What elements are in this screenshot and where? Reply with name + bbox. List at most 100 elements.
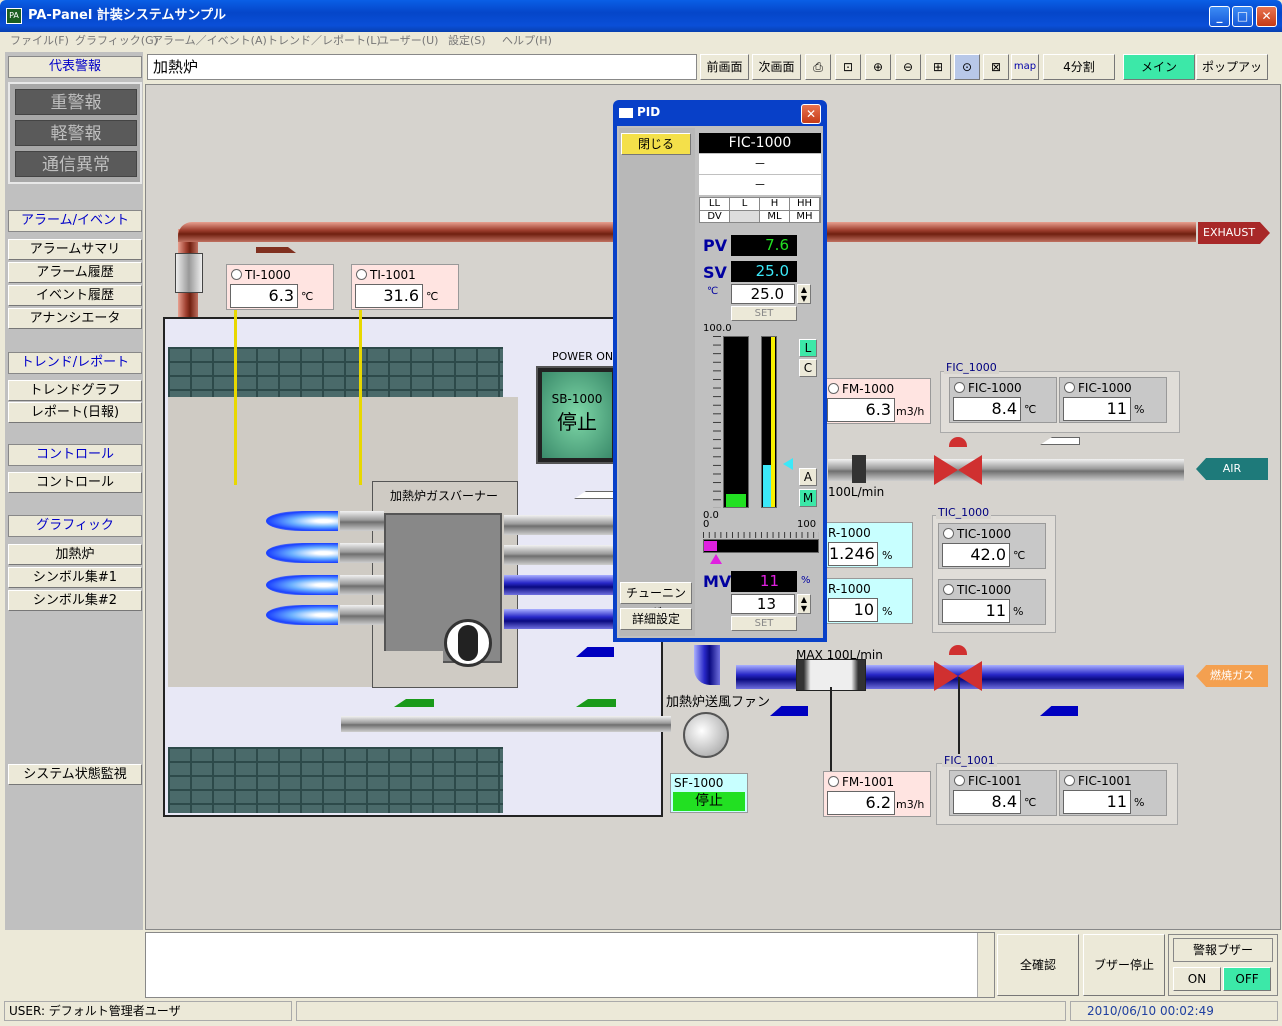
split-4-button[interactable]: 4分割 — [1043, 54, 1115, 80]
main-button[interactable]: メイン — [1123, 54, 1195, 80]
tic1000-mv-radio[interactable] — [943, 584, 954, 595]
fm1000-panel[interactable]: FM-1000 6.3 m3/h — [823, 378, 931, 424]
fm1000-radio[interactable] — [828, 383, 839, 394]
prev-screen-button[interactable]: 前画面 — [700, 54, 749, 80]
menu-file[interactable]: ファイル(F) — [10, 33, 69, 49]
zoom-in-icon[interactable]: ⊕ — [865, 54, 891, 80]
tic1000-radio[interactable] — [943, 528, 954, 539]
menu-alarm[interactable]: アラーム／イベント(A) — [152, 33, 267, 49]
sidebar-item-symbols-2[interactable]: シンボル集#2 — [8, 590, 142, 611]
message-area[interactable] — [145, 932, 995, 998]
sidebar-item-annunciator[interactable]: アナンシエータ — [8, 308, 142, 329]
sidebar-item-furnace[interactable]: 加熱炉 — [8, 544, 142, 565]
fic1001-radio[interactable] — [954, 775, 965, 786]
menu-user[interactable]: ユーザー(U) — [378, 33, 438, 49]
mv-input[interactable]: 13 — [731, 594, 795, 614]
fic1001-mv-unit: % — [1134, 796, 1145, 809]
sidebar-item-trend-graph[interactable]: トレンドグラフ — [8, 380, 142, 401]
next-screen-button[interactable]: 次画面 — [752, 54, 801, 80]
cascade-mode-button[interactable]: C — [799, 359, 817, 377]
confirm-all-button[interactable]: 全確認 — [997, 934, 1079, 996]
fic1000-mv-unit: % — [1134, 403, 1145, 416]
ti1001-panel[interactable]: TI-1001 31.6 ℃ — [351, 264, 459, 310]
fic1000-radio[interactable] — [954, 382, 965, 393]
fm1001-signal-line — [830, 687, 832, 775]
fm1001-radio[interactable] — [828, 776, 839, 787]
auto-mode-button[interactable]: A — [799, 468, 817, 486]
sv-spinner[interactable]: ▲ ▼ — [797, 284, 811, 304]
detail-settings-button[interactable]: 詳細設定 — [620, 608, 692, 630]
pid-close-button[interactable]: 閉じる — [621, 133, 691, 155]
buzzer-on-button[interactable]: ON — [1173, 967, 1221, 991]
fuel-valve-actuator — [949, 645, 967, 655]
tuning-button[interactable]: チューニング — [620, 582, 692, 620]
menu-graphic[interactable]: グラフィック(G) — [75, 33, 158, 49]
sidebar-item-report[interactable]: レポート(日報) — [8, 402, 142, 423]
exhaust-flow-arrow — [256, 247, 296, 253]
mv-bar-fill — [704, 541, 717, 551]
menu-settings[interactable]: 設定(S) — [448, 33, 486, 49]
local-mode-button[interactable]: L — [799, 339, 817, 357]
sidebar: 代表警報 重警報 軽警報 通信異常 アラーム/イベント アラームサマリ アラーム… — [5, 52, 143, 930]
sv-set-button[interactable]: SET — [731, 306, 797, 321]
sb1000-tag: SB-1000 — [551, 392, 603, 406]
mv-pointer-icon — [709, 554, 722, 564]
popup-button[interactable]: ポップアップ — [1196, 54, 1268, 98]
alarm-major[interactable]: 重警報 — [15, 89, 137, 115]
ti1000-panel[interactable]: TI-1000 6.3 ℃ — [226, 264, 334, 310]
close-button[interactable]: ✕ — [1256, 6, 1277, 27]
air-valve-actuator — [949, 437, 967, 447]
bar-scale-top: 100.0 — [703, 323, 732, 334]
fic1000-mv-panel[interactable]: FIC-1000 11 % — [1059, 377, 1167, 423]
sb1000-switch[interactable]: SB-1000 停止 — [536, 366, 616, 464]
fan-icon — [683, 712, 729, 758]
mv-set-button[interactable]: SET — [731, 616, 797, 631]
menu-trend[interactable]: トレンド／レポート(L) — [267, 33, 381, 49]
sf1000-panel[interactable]: SF-1000 停止 — [670, 773, 748, 813]
sidebar-item-control[interactable]: コントロール — [8, 472, 142, 493]
print-icon[interactable]: ⎙ — [805, 54, 831, 80]
flame-icon — [266, 605, 338, 625]
fic1000-mv-radio[interactable] — [1064, 382, 1075, 393]
zoom-fit-icon[interactable]: ⊞ — [925, 54, 951, 80]
ti1000-unit: ℃ — [301, 290, 314, 303]
sf1000-tag: SF-1000 — [674, 776, 724, 790]
zoom-full-icon[interactable]: ⊠ — [983, 54, 1009, 80]
maximize-button[interactable]: □ — [1232, 6, 1253, 27]
ti1000-probe — [234, 309, 237, 485]
alarm-comm[interactable]: 通信異常 — [15, 151, 137, 177]
pid-close-icon[interactable]: ✕ — [801, 104, 821, 124]
sidebar-item-event-history[interactable]: イベント履歴 — [8, 285, 142, 306]
air-feed-pipe-2 — [504, 545, 614, 565]
ti1000-radio[interactable] — [231, 269, 242, 280]
fm1001-panel[interactable]: FM-1001 6.2 m3/h — [823, 771, 931, 817]
tic1000-mv-panel[interactable]: TIC-1000 11 % — [938, 579, 1046, 625]
alarm-head: 代表警報 — [8, 56, 142, 78]
zoom-area-icon[interactable]: ⊡ — [835, 54, 861, 80]
map-button[interactable]: map — [1011, 54, 1039, 80]
buzzer-off-button[interactable]: OFF — [1223, 967, 1271, 991]
sv-input[interactable]: 25.0 — [731, 284, 795, 304]
buzzer-stop-button[interactable]: ブザー停止 — [1083, 934, 1165, 996]
sidebar-item-alarm-history[interactable]: アラーム履歴 — [8, 262, 142, 283]
sidebar-head-alarm: アラーム/イベント — [8, 210, 142, 232]
zoom-reset-icon[interactable]: ⊙ — [954, 54, 980, 80]
fic1001-pv-panel[interactable]: FIC-1001 8.4 ℃ — [949, 770, 1057, 816]
sidebar-item-alarm-summary[interactable]: アラームサマリ — [8, 239, 142, 260]
manual-mode-button[interactable]: M — [799, 489, 817, 507]
ti1001-radio[interactable] — [356, 269, 367, 280]
app-icon: PA — [6, 8, 22, 24]
zoom-out-icon[interactable]: ⊖ — [895, 54, 921, 80]
sidebar-head-control: コントロール — [8, 444, 142, 466]
alarm-minor[interactable]: 軽警報 — [15, 120, 137, 146]
fic1001-mv-radio[interactable] — [1064, 775, 1075, 786]
sidebar-item-system-monitor[interactable]: システム状態監視 — [8, 764, 142, 785]
tic1000-pv-panel[interactable]: TIC-1000 42.0 ℃ — [938, 523, 1046, 569]
menu-help[interactable]: ヘルプ(H) — [502, 33, 552, 49]
mv-spinner[interactable]: ▲ ▼ — [797, 594, 811, 614]
minimize-button[interactable]: _ — [1209, 6, 1230, 27]
sidebar-item-symbols-1[interactable]: シンボル集#1 — [8, 567, 142, 588]
message-scrollbar[interactable] — [977, 933, 994, 997]
fic1001-mv-panel[interactable]: FIC-1001 11 % — [1059, 770, 1167, 816]
fic1000-pv-panel[interactable]: FIC-1000 8.4 ℃ — [949, 377, 1057, 423]
